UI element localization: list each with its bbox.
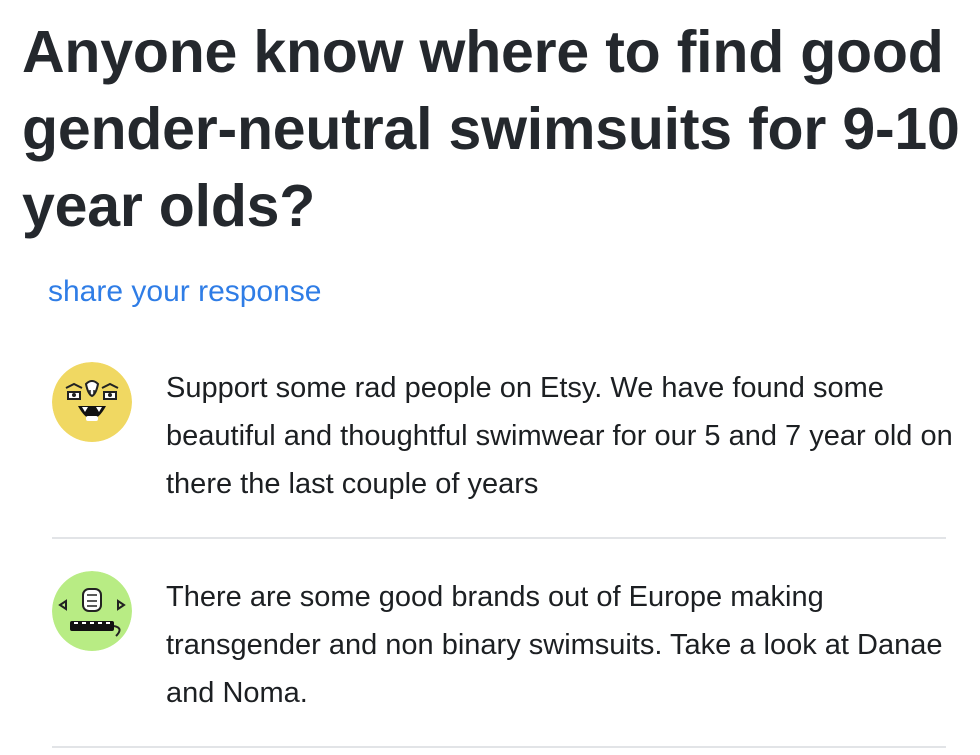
monster-face-avatar-icon bbox=[52, 571, 132, 651]
monster-face-avatar-icon bbox=[52, 362, 132, 442]
response-list: Support some rad people on Etsy. We have… bbox=[52, 360, 953, 539]
question-title: Anyone know where to find good gender-ne… bbox=[22, 19, 960, 239]
response-text: There are some good brands out of Europe… bbox=[166, 581, 943, 709]
divider bbox=[52, 746, 946, 748]
response-item: Support some rad people on Etsy. We have… bbox=[52, 360, 953, 539]
share-response-link[interactable]: share your response bbox=[48, 273, 322, 311]
avatar bbox=[52, 362, 132, 442]
avatar bbox=[52, 571, 132, 651]
response-text: Support some rad people on Etsy. We have… bbox=[166, 372, 953, 500]
